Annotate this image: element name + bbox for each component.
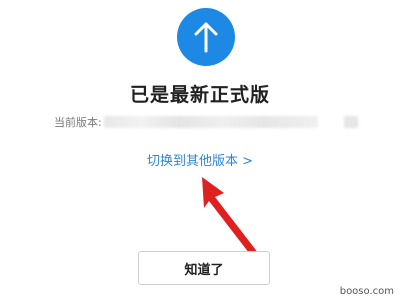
blurred-version-value [103,116,318,128]
got-it-button[interactable]: 知道了 [138,251,270,285]
page-title: 已是最新正式版 [129,84,270,106]
site-watermark: booso.com [335,285,398,298]
annotation-arrow-shape [202,177,262,262]
current-version-label: 当前版本: [54,116,102,129]
upload-arrow-icon [194,22,218,53]
blurred-version-suffix [343,116,358,128]
status-icon [177,8,235,66]
current-version-row: 当前版本: [54,114,358,130]
switch-version-link[interactable]: 切换到其他版本 > [0,150,400,169]
update-status-dialog: 已是最新正式版 当前版本: 切换到其他版本 > 知道了 booso.com [0,0,400,300]
